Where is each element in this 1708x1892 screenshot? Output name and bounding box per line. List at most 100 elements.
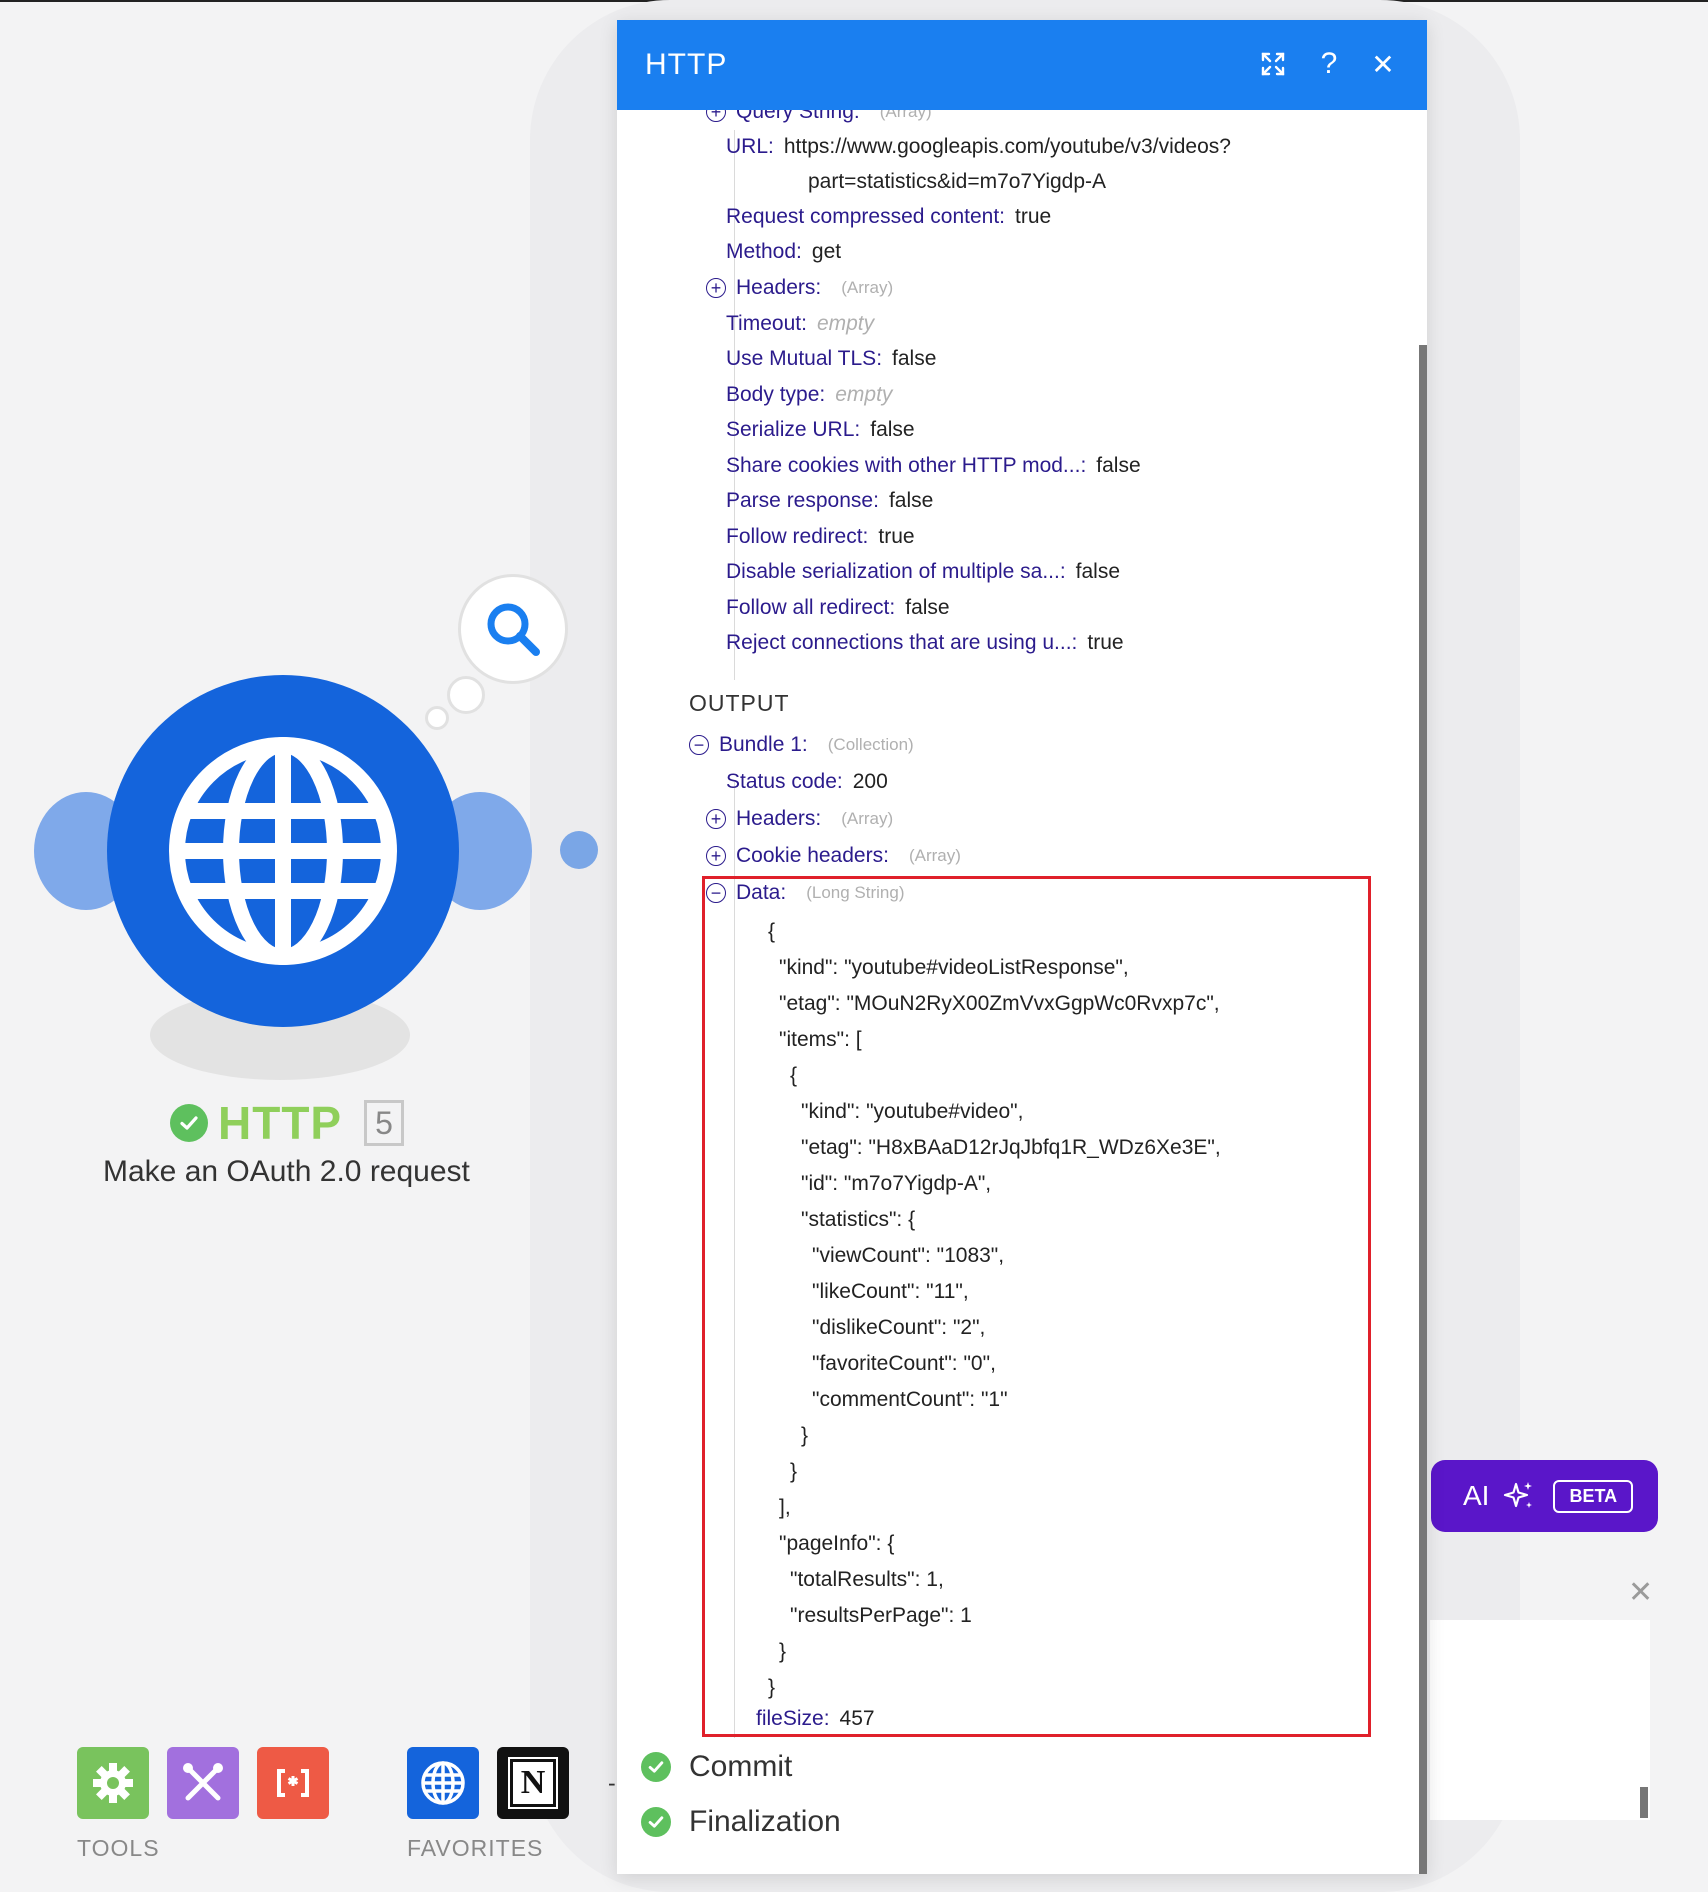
row-key: Headers: [736, 276, 816, 299]
module-number-badge: 5: [364, 1100, 404, 1146]
param-row[interactable]: + Headers: (Array): [706, 801, 893, 837]
favorites-extra: -: [608, 1770, 617, 1796]
colon: :: [768, 135, 774, 158]
row-key: Disable serialization of multiple sa...: [726, 560, 1060, 583]
tools-text-button[interactable]: [257, 1747, 329, 1819]
colon: :: [836, 770, 843, 793]
row-key: Status code: [726, 770, 837, 793]
check-icon: [641, 1807, 671, 1837]
favorite-http-button[interactable]: [407, 1747, 479, 1819]
param-row: Disable serialization of multiple sa...:…: [726, 554, 1120, 590]
colon: :: [796, 240, 802, 263]
row-key: Cookie headers: [736, 844, 884, 867]
row-type: (Array): [841, 278, 894, 297]
favorite-notion-button[interactable]: N: [497, 1747, 569, 1819]
dialog-title: HTTP: [645, 48, 728, 81]
colon: :: [801, 733, 808, 756]
colon: :: [883, 844, 889, 867]
colon: :: [876, 347, 883, 370]
param-row[interactable]: − Bundle 1: (Collection): [689, 727, 914, 763]
close-icon[interactable]: ✕: [1628, 1575, 1653, 1610]
help-button[interactable]: ?: [1309, 44, 1349, 84]
row-value: false: [1096, 454, 1141, 477]
row-value: false: [888, 489, 934, 512]
row-key: Serialize URL: [726, 418, 855, 441]
expand-icon[interactable]: +: [706, 278, 726, 298]
row-key: Bundle 1: [719, 733, 802, 756]
row-key: Follow all redirect: [726, 596, 890, 619]
row-value: 200: [852, 770, 888, 793]
status-commit: Commit: [641, 1750, 792, 1784]
param-row[interactable]: + Cookie headers: (Array): [706, 838, 961, 874]
param-row: Body type: empty: [726, 377, 892, 413]
ai-label: AI: [1463, 1480, 1490, 1511]
check-icon: [170, 1104, 208, 1142]
expand-icon: [1261, 52, 1285, 76]
colon: :: [1071, 631, 1078, 654]
param-row: Status code:200: [726, 764, 888, 800]
row-key: Reject connections that are using u...: [726, 631, 1072, 654]
inspect-bubble[interactable]: [458, 574, 568, 684]
param-row: Use Mutual TLS: false: [726, 341, 936, 377]
colon: :: [815, 276, 822, 299]
row-key: Follow redirect: [726, 525, 863, 548]
param-row: URL: https://www.googleapis.com/youtube/v…: [726, 129, 1231, 165]
expand-icon[interactable]: +: [706, 846, 726, 866]
colon: :: [862, 525, 869, 548]
dialog-header: HTTP ? ✕: [617, 20, 1427, 110]
dialog-scrollbar[interactable]: [1419, 345, 1427, 1874]
globe-icon: [421, 1761, 465, 1805]
param-row: Method: get: [726, 234, 841, 270]
help-icon: ?: [1320, 47, 1338, 80]
row-value: false: [870, 418, 915, 441]
module-connector[interactable]: [560, 831, 598, 869]
collapse-icon[interactable]: −: [689, 735, 709, 755]
colon: :: [1080, 454, 1087, 477]
row-value: get: [811, 240, 842, 263]
param-row: Serialize URL: false: [726, 412, 915, 448]
colon: :: [889, 596, 896, 619]
colon: :: [854, 418, 861, 441]
expand-icon[interactable]: +: [706, 809, 726, 829]
colon: :: [999, 205, 1005, 228]
tools-icon: [183, 1763, 223, 1801]
colon: :: [873, 489, 879, 512]
tools-settings-button[interactable]: [77, 1747, 149, 1819]
param-row: Request compressed content: true: [726, 199, 1051, 235]
param-row[interactable]: + Headers: (Array): [706, 270, 893, 306]
row-key: Use Mutual TLS: [726, 347, 877, 370]
module-title: HTTP 5: [170, 1096, 404, 1150]
colon: :: [815, 807, 822, 830]
status-label: Commit: [689, 1750, 793, 1783]
output-section-label: OUTPUT: [689, 690, 790, 716]
tools-flow-button[interactable]: [167, 1747, 239, 1819]
row-value: https://www.googleapis.com/youtube/v3/vi…: [783, 135, 1231, 158]
row-key: Share cookies with other HTTP mod...: [726, 454, 1081, 477]
row-type: (Array): [908, 846, 961, 865]
param-row: Parse response: false: [726, 483, 933, 519]
row-type: (Collection): [827, 735, 914, 754]
param-row: Follow redirect: true: [726, 519, 915, 555]
globe-icon: [169, 737, 397, 965]
row-key: Method: [726, 240, 797, 263]
row-key: Parse response: [726, 489, 874, 512]
tools-label: TOOLS: [77, 1835, 160, 1861]
data-highlight-box: [702, 876, 1371, 1737]
sparkle-icon: [1504, 1482, 1533, 1508]
check-icon: [641, 1752, 671, 1782]
row-key: URL: [726, 135, 769, 158]
colon: :: [1059, 560, 1066, 583]
row-key: Request compressed content: [726, 205, 1000, 228]
param-row: Reject connections that are using u...: t…: [726, 625, 1124, 661]
module-name: HTTP: [218, 1097, 343, 1149]
gear-icon: [93, 1763, 133, 1803]
param-row: Timeout: empty: [726, 306, 874, 342]
side-panel-scrollbar[interactable]: [1640, 1787, 1648, 1818]
ai-assistant-button[interactable]: AI BETA: [1431, 1460, 1658, 1532]
notion-icon: N: [510, 1759, 556, 1807]
expand-button[interactable]: [1253, 44, 1293, 84]
http-module[interactable]: [107, 675, 459, 1027]
row-key: Body type: [726, 383, 820, 406]
close-dialog-button[interactable]: ✕: [1363, 44, 1403, 84]
row-value: true: [1087, 631, 1124, 654]
